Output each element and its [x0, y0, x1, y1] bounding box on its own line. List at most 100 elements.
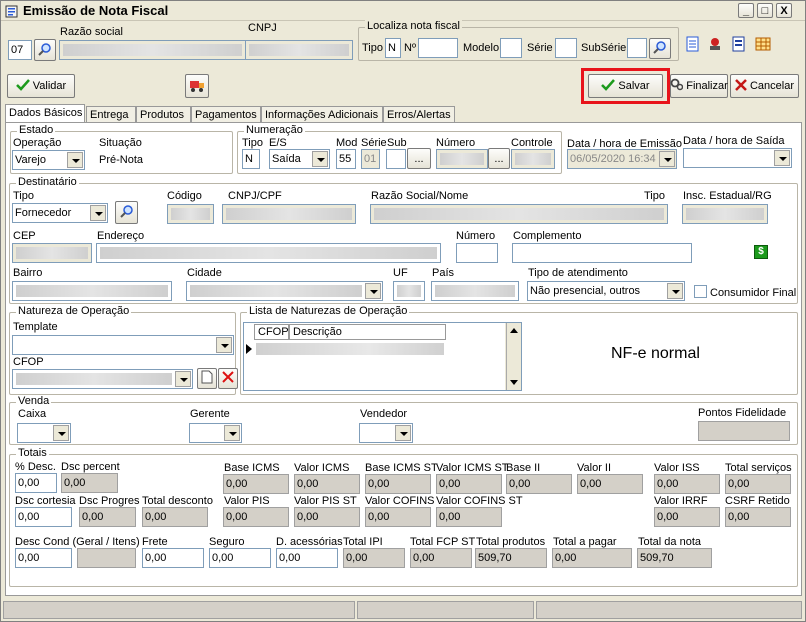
- new-document-icon: [201, 370, 213, 387]
- saida-datetime[interactable]: [683, 148, 792, 168]
- cfop-select[interactable]: [12, 369, 193, 389]
- num-sub-browse-button[interactable]: ...: [407, 148, 431, 169]
- valor-iss-field: 0,00: [654, 474, 720, 494]
- grid-scrollbar[interactable]: [506, 323, 521, 390]
- grid-header-descricao[interactable]: Descrição: [289, 324, 446, 340]
- loc-numero-field[interactable]: [418, 38, 458, 58]
- company-code-field[interactable]: 07: [8, 40, 32, 60]
- print-icon[interactable]: [685, 36, 701, 55]
- desc-pct-field[interactable]: 0,00: [15, 473, 57, 493]
- stamp-icon[interactable]: [707, 36, 723, 55]
- consumidor-final-checkbox[interactable]: [694, 285, 707, 298]
- dest-razao-field: [370, 204, 668, 224]
- vendedor-select[interactable]: [359, 423, 413, 443]
- loc-subserie-field[interactable]: [627, 38, 647, 58]
- tab-pagamentos[interactable]: Pagamentos: [191, 106, 261, 123]
- nfe-type-label: NF-e normal: [611, 345, 700, 362]
- truck-icon: [189, 77, 205, 96]
- dest-pais-field[interactable]: [431, 281, 519, 301]
- dest-cidade-select[interactable]: [186, 281, 383, 301]
- vendedor-label: Vendedor: [360, 408, 408, 420]
- pontos-label: Pontos Fidelidade: [698, 407, 787, 419]
- frete-field[interactable]: 0,00: [142, 548, 204, 568]
- seguro-field[interactable]: 0,00: [209, 548, 271, 568]
- dest-numero-label: Número: [456, 230, 496, 242]
- dsc-percent-field: 0,00: [61, 473, 118, 493]
- title-bar[interactable]: Emissão de Nota Fiscal _ □ X: [1, 1, 805, 21]
- document-icon[interactable]: [732, 36, 746, 55]
- loc-modelo-label: Modelo: [463, 42, 500, 54]
- dest-bairro-field[interactable]: [12, 281, 172, 301]
- dest-cnpj-field: [222, 204, 356, 224]
- row-pointer-icon: [244, 341, 254, 357]
- dest-endereco-field[interactable]: [96, 243, 441, 263]
- num-tipo-field[interactable]: N: [242, 149, 260, 169]
- operacao-select[interactable]: Varejo: [12, 150, 85, 170]
- naturezas-grid[interactable]: CFOP Descrição: [243, 322, 522, 391]
- num-numero-browse-button[interactable]: ...: [488, 148, 510, 169]
- grid-icon[interactable]: [755, 36, 771, 55]
- tab-erros-alertas[interactable]: Erros/Alertas: [383, 106, 455, 123]
- dest-numero-field[interactable]: [456, 243, 498, 263]
- dest-search-button[interactable]: [115, 201, 138, 224]
- dest-uf-field[interactable]: [393, 281, 425, 301]
- cancelar-button[interactable]: Cancelar: [730, 74, 799, 98]
- dest-tipo2-label: Tipo: [644, 190, 665, 202]
- loc-modelo-field[interactable]: [500, 38, 522, 58]
- tab-entrega[interactable]: Entrega: [86, 106, 136, 123]
- grid-header-cfop[interactable]: CFOP: [254, 324, 289, 340]
- dest-atendimento-select[interactable]: Não presencial, outros: [527, 281, 685, 301]
- loc-subserie-label: SubSérie: [581, 42, 627, 54]
- maximize-button[interactable]: □: [757, 3, 773, 18]
- nota-fiscal-window: Emissão de Nota Fiscal _ □ X 07 Razão so…: [0, 0, 806, 622]
- finalizar-button[interactable]: Finalizar: [670, 74, 728, 98]
- tab-informacoes-adicionais[interactable]: Informações Adicionais: [261, 106, 383, 123]
- num-mod-field[interactable]: 55: [336, 149, 356, 169]
- dollar-icon[interactable]: $: [754, 245, 768, 259]
- dsc-cortesia-field[interactable]: 0,00: [15, 507, 72, 527]
- tab-produtos[interactable]: Produtos: [136, 106, 191, 123]
- saida-label: Data / hora de Saída: [683, 135, 785, 147]
- num-sub-field[interactable]: [386, 149, 406, 169]
- gears-icon: [670, 78, 684, 94]
- minimize-button[interactable]: _: [738, 3, 754, 18]
- dsc-progres-field: 0,00: [79, 507, 136, 527]
- dest-complemento-field[interactable]: [512, 243, 692, 263]
- loc-tipo-field[interactable]: N: [385, 38, 401, 58]
- localiza-search-button[interactable]: [649, 38, 671, 59]
- status-panel-1: [3, 601, 355, 619]
- gerente-select[interactable]: [189, 423, 242, 443]
- dest-codigo-label: Código: [167, 190, 202, 202]
- tab-dados-basicos[interactable]: Dados Básicos: [5, 104, 85, 124]
- valor-pis-st-field: 0,00: [294, 507, 360, 527]
- cfop-new-button[interactable]: [197, 368, 217, 389]
- cfop-clear-button[interactable]: [218, 368, 238, 389]
- cnpj-label: CNPJ: [248, 22, 277, 34]
- validar-button[interactable]: Validar: [7, 74, 75, 98]
- dest-cidade-label: Cidade: [187, 267, 222, 279]
- valor-ii-field: 0,00: [577, 474, 643, 494]
- template-select[interactable]: [12, 335, 234, 355]
- search-icon: [38, 42, 52, 59]
- loc-serie-label: Série: [527, 42, 553, 54]
- template-label: Template: [13, 321, 58, 333]
- emissao-datetime[interactable]: 06/05/2020 16:34: [567, 149, 677, 169]
- acessorias-field[interactable]: 0,00: [276, 548, 338, 568]
- grid-row[interactable]: [256, 343, 444, 355]
- close-button[interactable]: X: [776, 3, 792, 18]
- total-fcp-st-field: 0,00: [410, 548, 472, 568]
- dest-cep-label: CEP: [13, 230, 36, 242]
- truck-button[interactable]: [185, 74, 209, 98]
- desc-cond-field[interactable]: 0,00: [15, 548, 72, 568]
- dest-pais-label: País: [432, 267, 455, 279]
- dest-tipo-select[interactable]: Fornecedor: [12, 203, 108, 223]
- loc-serie-field[interactable]: [555, 38, 577, 58]
- company-search-button[interactable]: [34, 39, 56, 61]
- num-es-select[interactable]: Saída: [269, 149, 330, 169]
- search-icon: [653, 40, 667, 57]
- dest-razao-label: Razão Social/Nome: [371, 190, 469, 202]
- salvar-button[interactable]: Salvar: [588, 74, 663, 98]
- caixa-select[interactable]: [17, 423, 71, 443]
- valor-icms-field: 0,00: [294, 474, 360, 494]
- caixa-label: Caixa: [18, 408, 47, 420]
